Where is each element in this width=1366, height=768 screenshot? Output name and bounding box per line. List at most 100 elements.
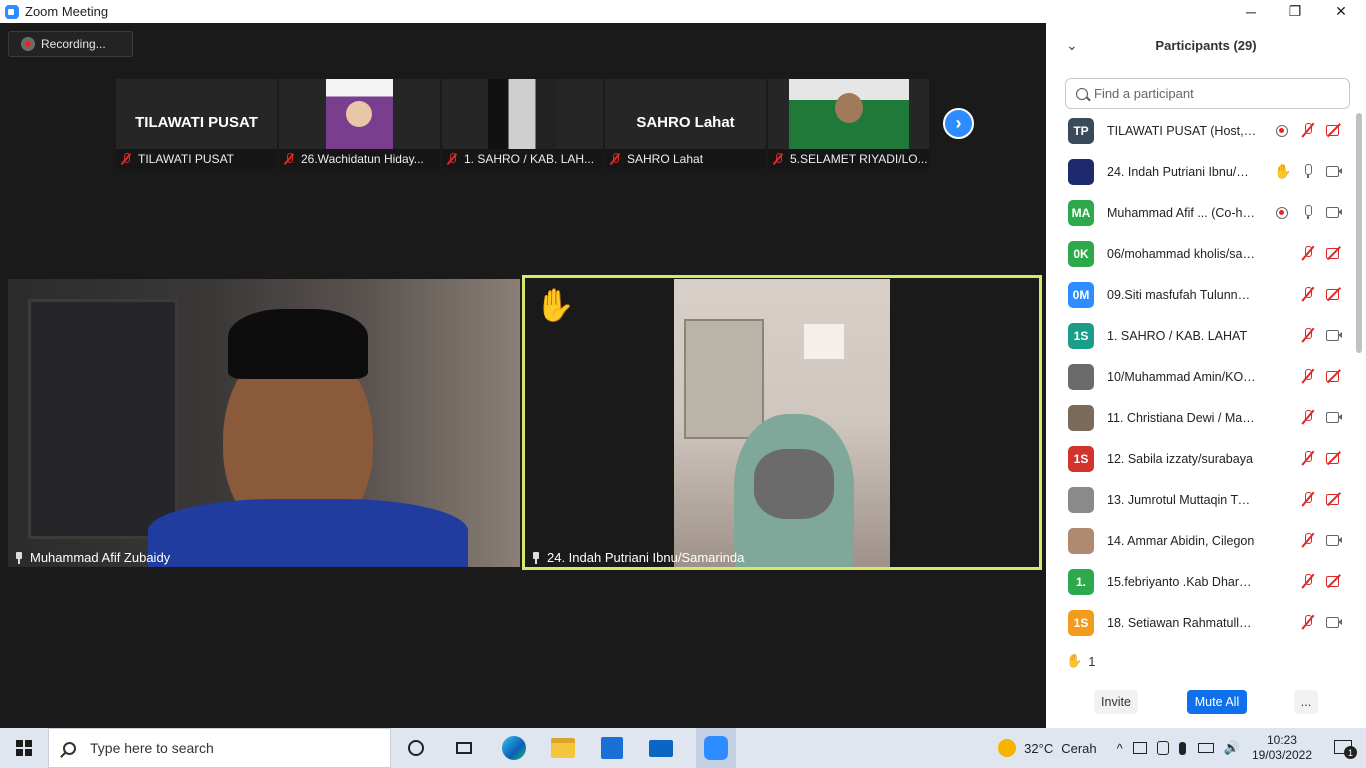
mic-muted-icon[interactable]	[1300, 122, 1316, 138]
maximize-button[interactable]: ❐	[1272, 0, 1318, 23]
invite-button[interactable]: Invite	[1094, 690, 1138, 714]
participant-search[interactable]	[1065, 78, 1350, 109]
mic-muted-icon[interactable]	[1300, 286, 1316, 302]
mic-muted-icon[interactable]	[1300, 532, 1316, 548]
mic-muted-icon[interactable]	[1300, 614, 1316, 630]
participant-status-icons	[1274, 204, 1342, 220]
participant-name: 09.Siti masfufah Tulunngagung	[1107, 287, 1257, 302]
camera-off-icon[interactable]	[1326, 245, 1342, 261]
mail-icon[interactable]	[647, 734, 675, 762]
participant-row[interactable]: 11. Christiana Dewi / Malang	[1046, 397, 1352, 438]
avatar	[1068, 527, 1094, 554]
taskbar: Type here to search 32°C Cerah ^ 🔊 10:23…	[0, 728, 1366, 768]
weather-temp[interactable]: 32°C	[1024, 741, 1053, 756]
participant-row[interactable]: TP TILAWATI PUSAT (Host, me)	[1046, 110, 1352, 151]
meeting-area: Recording... TILAWATI PUSAT TILAWATI PUS…	[0, 23, 1046, 728]
participant-name: TILAWATI PUSAT (Host, me)	[1107, 123, 1257, 138]
start-button[interactable]	[0, 728, 48, 768]
participant-row[interactable]: 14. Ammar Abidin, Cilegon	[1046, 520, 1352, 561]
mic-icon[interactable]	[1300, 163, 1316, 179]
mic-muted-icon[interactable]	[1300, 245, 1316, 261]
taskbar-search-placeholder: Type here to search	[90, 740, 214, 756]
mask	[754, 449, 834, 519]
participant-row[interactable]: 1S 1. SAHRO / KAB. LAHAT	[1046, 315, 1352, 356]
video-tile[interactable]: TILAWATI PUSAT TILAWATI PUSAT	[116, 79, 277, 169]
minimize-button[interactable]: ─	[1228, 0, 1274, 23]
video-tile[interactable]: 1. SAHRO / KAB. LAH...	[442, 79, 603, 169]
participant-row[interactable]: 0K 06/mohammad kholis/sampang	[1046, 233, 1352, 274]
volume-icon[interactable]: 🔊	[1224, 740, 1240, 756]
camera-off-icon[interactable]	[1326, 450, 1342, 466]
cortana-icon[interactable]	[402, 734, 430, 762]
tile-caption: SAHRO Lahat	[605, 149, 766, 169]
panel-title: Participants (29)	[1155, 38, 1257, 53]
microphone-icon[interactable]	[1178, 741, 1186, 755]
taskbar-search[interactable]: Type here to search	[48, 728, 391, 768]
weather-text[interactable]: Cerah	[1061, 741, 1096, 756]
next-page-button[interactable]: ›	[943, 108, 974, 139]
mute-all-button[interactable]: Mute All	[1187, 690, 1247, 714]
system-tray: 32°C Cerah ^ 🔊 10:23 19/03/2022 1	[998, 728, 1366, 768]
participant-list-scrollbar[interactable]	[1356, 113, 1362, 353]
raised-hand-icon: ✋	[1274, 163, 1292, 179]
video-muhammad-afif[interactable]: Muhammad Afif Zubaidy	[8, 279, 520, 567]
video-tile[interactable]: 26.Wachidatun Hiday...	[279, 79, 440, 169]
chevron-up-icon[interactable]: ^	[1117, 741, 1123, 756]
tile-caption: 1. SAHRO / KAB. LAH...	[442, 149, 603, 169]
store-icon[interactable]	[598, 734, 626, 762]
camera-icon[interactable]	[1326, 409, 1342, 425]
participant-row[interactable]: 10/Muhammad Amin/KOTABARU	[1046, 356, 1352, 397]
participant-row[interactable]: 1S 12. Sabila izzaty/surabaya	[1046, 438, 1352, 479]
recording-icon	[1274, 204, 1290, 220]
mic-muted-icon[interactable]	[1300, 409, 1316, 425]
video-indah-putriani[interactable]: ✋ 24. Indah Putriani Ibnu/Samarinda	[522, 275, 1042, 570]
mic-muted-icon[interactable]	[1300, 327, 1316, 343]
mic-icon[interactable]	[1300, 204, 1316, 220]
mic-muted-icon[interactable]	[1300, 450, 1316, 466]
avatar: 1S	[1068, 445, 1094, 472]
camera-icon[interactable]	[1326, 204, 1342, 220]
file-explorer-icon[interactable]	[549, 734, 577, 762]
avatar: TP	[1068, 117, 1094, 144]
zoom-taskbar-icon[interactable]	[696, 728, 736, 768]
mic-muted-icon[interactable]	[1300, 368, 1316, 384]
notification-center[interactable]: 1	[1334, 740, 1357, 759]
video-tile[interactable]: 5.SELAMET RIYADI/LO...	[768, 79, 929, 169]
recording-indicator[interactable]: Recording...	[8, 31, 133, 57]
participant-row[interactable]: 13. Jumrotul Muttaqin Tulunga...	[1046, 479, 1352, 520]
device-icon[interactable]	[1156, 741, 1169, 755]
edge-icon[interactable]	[500, 734, 528, 762]
tile-caption-text: 5.SELAMET RIYADI/LO...	[790, 152, 928, 166]
mic-muted-icon[interactable]	[1300, 573, 1316, 589]
participant-row[interactable]: 24. Indah Putriani Ibnu/Sa... ✋	[1046, 151, 1352, 192]
more-button[interactable]: ...	[1294, 690, 1318, 714]
mic-muted-icon[interactable]	[1300, 491, 1316, 507]
participant-row[interactable]: 0M 09.Siti masfufah Tulunngagung	[1046, 274, 1352, 315]
close-button[interactable]: ✕	[1318, 0, 1364, 23]
camera-off-icon[interactable]	[1326, 573, 1342, 589]
participant-name: 15.febriyanto .Kab Dharmasraya	[1107, 574, 1257, 589]
video-caption: Muhammad Afif Zubaidy	[14, 550, 170, 565]
camera-off-icon[interactable]	[1326, 491, 1342, 507]
camera-off-icon[interactable]	[1326, 368, 1342, 384]
chevron-right-icon: ›	[955, 113, 962, 133]
clock[interactable]: 10:23 19/03/2022	[1252, 733, 1312, 763]
battery-icon[interactable]	[1197, 743, 1214, 753]
participant-search-input[interactable]	[1094, 86, 1334, 101]
participant-status-icons	[1300, 245, 1342, 261]
video-strip: TILAWATI PUSAT TILAWATI PUSAT 26.Wachida…	[116, 79, 929, 169]
chevron-down-icon[interactable]: ⌄	[1066, 37, 1078, 54]
camera-icon[interactable]	[1326, 532, 1342, 548]
participant-row[interactable]: 1S 18. Setiawan Rahmatullah. Pam...	[1046, 602, 1352, 637]
camera-icon[interactable]	[1326, 614, 1342, 630]
participant-row[interactable]: 1. 15.febriyanto .Kab Dharmasraya	[1046, 561, 1352, 602]
camera-off-icon[interactable]	[1326, 286, 1342, 302]
camera-off-icon[interactable]	[1326, 122, 1342, 138]
task-view-icon[interactable]	[450, 734, 478, 762]
raised-hands-count: ✋ 1	[1066, 653, 1095, 669]
camera-icon[interactable]	[1326, 163, 1342, 179]
video-tile[interactable]: SAHRO Lahat SAHRO Lahat	[605, 79, 766, 169]
participant-row[interactable]: MA Muhammad Afif ... (Co-host)	[1046, 192, 1352, 233]
camera-icon[interactable]	[1326, 327, 1342, 343]
network-icon[interactable]	[1132, 742, 1147, 754]
